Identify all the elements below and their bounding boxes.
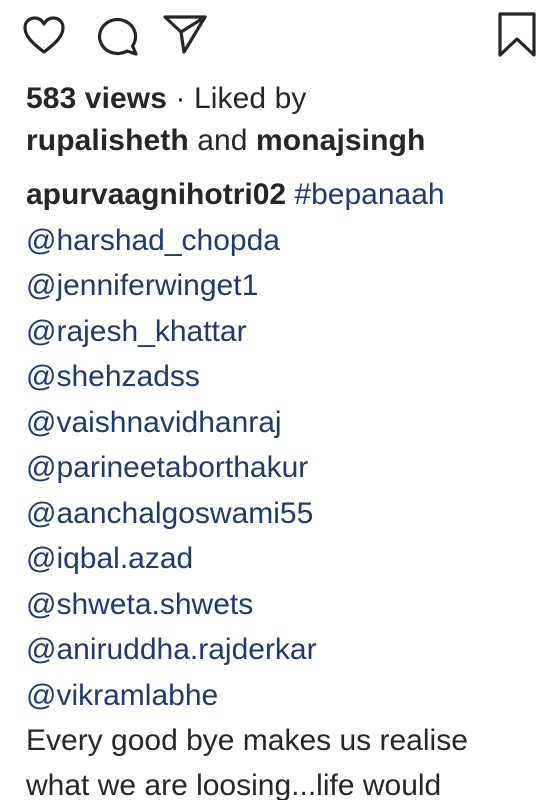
caption-header: apurvaagnihotri02 #bepanaah [26, 172, 556, 218]
mention-link[interactable]: @vikramlabhe [26, 673, 556, 719]
liked-by-label: Liked by [193, 82, 307, 115]
separator-dot: · [167, 82, 194, 115]
caption-text: Every good bye makes us realise what we … [26, 724, 468, 800]
paper-plane-icon[interactable] [162, 12, 208, 56]
mention-link[interactable]: @aanchalgoswami55 [26, 491, 556, 537]
comment-bubble-icon[interactable] [96, 15, 140, 57]
mention-link[interactable]: @aniruddha.rajderkar [26, 627, 556, 673]
heart-icon[interactable] [22, 15, 66, 55]
likers-line: rupalisheth and monajsingh [26, 120, 546, 162]
mention-link[interactable]: @iqbal.azad [26, 536, 556, 582]
liker-username[interactable]: rupalisheth [26, 124, 189, 157]
mention-link[interactable]: @harshad_chopda [26, 218, 556, 264]
author-username[interactable]: apurvaagnihotri02 [26, 178, 286, 211]
post-action-bar [0, 0, 559, 80]
views-line: 583 views · Liked by [26, 78, 546, 120]
mention-link[interactable]: @parineetaborthakur [26, 445, 556, 491]
liker-username[interactable]: monajsingh [256, 124, 425, 157]
post-meta: 583 views · Liked by rupalisheth and mon… [26, 78, 546, 162]
mention-link[interactable]: @shehzadss [26, 354, 556, 400]
post-caption: apurvaagnihotri02 #bepanaah @harshad_cho… [26, 172, 556, 800]
bookmark-icon[interactable] [496, 11, 538, 59]
mention-link[interactable]: @vaishnavidhanraj [26, 400, 556, 446]
mention-link[interactable]: @rajesh_khattar [26, 309, 556, 355]
and-word: and [197, 124, 248, 157]
hashtag-link[interactable]: #bepanaah [294, 178, 444, 211]
mention-link[interactable]: @shweta.shwets [26, 582, 556, 628]
views-count[interactable]: 583 views [26, 82, 167, 115]
mention-link[interactable]: @jenniferwinget1 [26, 263, 556, 309]
